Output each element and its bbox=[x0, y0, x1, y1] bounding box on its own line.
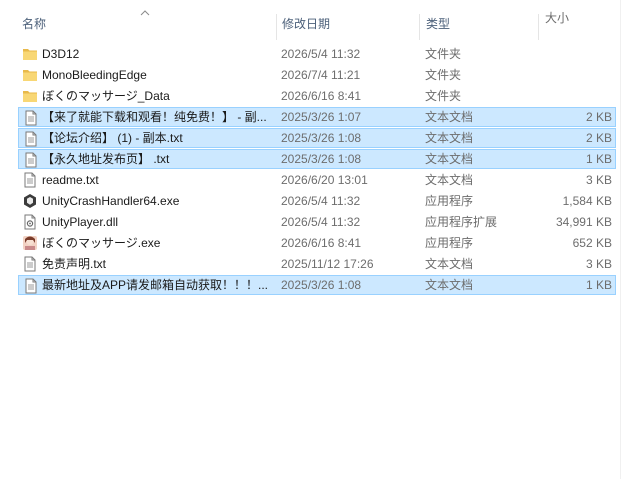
file-size: 3 KB bbox=[585, 257, 612, 271]
folder-icon bbox=[23, 91, 37, 102]
file-modified-date: 2025/3/26 1:08 bbox=[281, 152, 362, 166]
file-modified-date: 2025/3/26 1:08 bbox=[281, 278, 362, 292]
file-modified-date: 2025/11/12 17:26 bbox=[281, 257, 374, 271]
file-name: 最新地址及APP请发邮箱自动获取！！！... bbox=[42, 278, 269, 292]
file-name: ぼくのマッサージ.exe bbox=[42, 236, 161, 250]
folder-row[interactable]: MonoBleedingEdge 2026/7/4 11:21 文件夹 bbox=[18, 65, 616, 85]
text-file-icon bbox=[25, 110, 37, 126]
file-name: 【永久地址发布页】 .txt bbox=[42, 152, 170, 166]
dll-file-icon bbox=[24, 214, 36, 230]
file-modified-date: 2026/6/20 13:01 bbox=[281, 173, 368, 187]
folder-row[interactable]: ぼくのマッサージ_Data 2026/6/16 8:41 文件夹 bbox=[18, 86, 616, 106]
column-separator[interactable] bbox=[419, 14, 420, 40]
file-modified-date: 2026/5/4 11:32 bbox=[281, 194, 361, 208]
file-name: ぼくのマッサージ_Data bbox=[42, 89, 170, 103]
column-header-type[interactable]: 类型 bbox=[426, 8, 450, 40]
adjacent-pane-edge bbox=[620, 0, 628, 479]
file-size: 2 KB bbox=[585, 110, 612, 124]
file-row[interactable]: 【来了就能下载和观看！纯免费！】 - 副... 2025/3/26 1:07 文本文… bbox=[18, 107, 616, 127]
file-size: 2 KB bbox=[585, 131, 612, 145]
unity-exe-icon bbox=[24, 194, 36, 208]
file-type: 文本文档 bbox=[425, 152, 474, 166]
file-modified-date: 2026/7/4 11:21 bbox=[281, 68, 361, 82]
file-name: readme.txt bbox=[42, 173, 99, 187]
column-separator[interactable] bbox=[538, 14, 539, 40]
folder-icon bbox=[23, 70, 37, 81]
text-file-icon bbox=[24, 172, 36, 188]
file-type: 文本文档 bbox=[425, 110, 474, 124]
file-size: 1 KB bbox=[585, 278, 612, 292]
file-size: 652 KB bbox=[572, 236, 612, 250]
file-row[interactable]: ぼくのマッサージ.exe 2026/6/16 8:41 应用程序 652 KB bbox=[18, 233, 616, 253]
file-type: 文件夹 bbox=[425, 47, 462, 61]
text-file-icon bbox=[25, 131, 37, 147]
folder-row[interactable]: D3D12 2026/5/4 11:32 文件夹 bbox=[18, 44, 616, 64]
file-row[interactable]: UnityPlayer.dll 2026/5/4 11:32 应用程序扩展 34,99… bbox=[18, 212, 616, 232]
column-separator[interactable] bbox=[276, 14, 277, 40]
file-type: 应用程序 bbox=[425, 236, 474, 250]
file-modified-date: 2026/6/16 8:41 bbox=[281, 236, 362, 250]
file-row[interactable]: 【论坛介绍】 (1) - 副本.txt 2025/3/26 1:08 文本文档 2 K… bbox=[18, 128, 616, 148]
file-size: 34,991 KB bbox=[555, 215, 612, 229]
file-row[interactable]: 免责声明.txt 2025/11/12 17:26 文本文档 3 KB bbox=[18, 254, 616, 274]
file-list-pane: 名称 修改日期 类型 大小 D3D12 2026/5/4 11:32 文件夹 Mono… bbox=[0, 0, 620, 479]
column-header-bar: 名称 修改日期 类型 大小 bbox=[0, 8, 620, 40]
file-name: 【来了就能下载和观看！纯免费！】 - 副... bbox=[42, 110, 267, 124]
text-file-icon bbox=[25, 152, 37, 168]
file-type: 应用程序扩展 bbox=[425, 215, 498, 229]
text-file-icon bbox=[24, 256, 36, 272]
file-name: UnityCrashHandler64.exe bbox=[42, 194, 180, 208]
file-type: 文本文档 bbox=[425, 278, 474, 292]
file-modified-date: 2026/6/16 8:41 bbox=[281, 89, 362, 103]
file-size: 1 KB bbox=[585, 152, 612, 166]
sort-ascending-icon bbox=[140, 10, 150, 16]
file-modified-date: 2025/3/26 1:08 bbox=[281, 131, 362, 145]
file-row[interactable]: readme.txt 2026/6/20 13:01 文本文档 3 KB bbox=[18, 170, 616, 190]
file-row[interactable]: UnityCrashHandler64.exe 2026/5/4 11:32 应用程… bbox=[18, 191, 616, 211]
file-name: UnityPlayer.dll bbox=[42, 215, 119, 229]
file-type: 文件夹 bbox=[425, 89, 462, 103]
text-file-icon bbox=[25, 278, 37, 294]
column-header-date[interactable]: 修改日期 bbox=[282, 8, 330, 40]
file-size: 1,584 KB bbox=[562, 194, 612, 208]
file-row[interactable]: 最新地址及APP请发邮箱自动获取！！！... 2025/3/26 1:08 文本文档… bbox=[18, 275, 616, 295]
file-type: 文本文档 bbox=[425, 131, 474, 145]
column-header-size[interactable]: 大小 bbox=[545, 8, 616, 28]
file-type: 应用程序 bbox=[425, 194, 474, 208]
file-type: 文本文档 bbox=[425, 257, 474, 271]
file-type: 文本文档 bbox=[425, 173, 474, 187]
folder-icon bbox=[23, 49, 37, 60]
file-size: 3 KB bbox=[585, 173, 612, 187]
game-exe-icon bbox=[23, 236, 37, 250]
file-modified-date: 2026/5/4 11:32 bbox=[281, 215, 361, 229]
file-name: 【论坛介绍】 (1) - 副本.txt bbox=[42, 131, 183, 145]
file-name: MonoBleedingEdge bbox=[42, 68, 147, 82]
file-name: D3D12 bbox=[42, 47, 80, 61]
file-type: 文件夹 bbox=[425, 68, 462, 82]
file-row[interactable]: 【永久地址发布页】 .txt 2025/3/26 1:08 文本文档 1 KB bbox=[18, 149, 616, 169]
file-name: 免责声明.txt bbox=[42, 257, 107, 271]
column-header-name[interactable]: 名称 bbox=[22, 8, 46, 40]
file-modified-date: 2025/3/26 1:07 bbox=[281, 110, 362, 124]
file-modified-date: 2026/5/4 11:32 bbox=[281, 47, 361, 61]
